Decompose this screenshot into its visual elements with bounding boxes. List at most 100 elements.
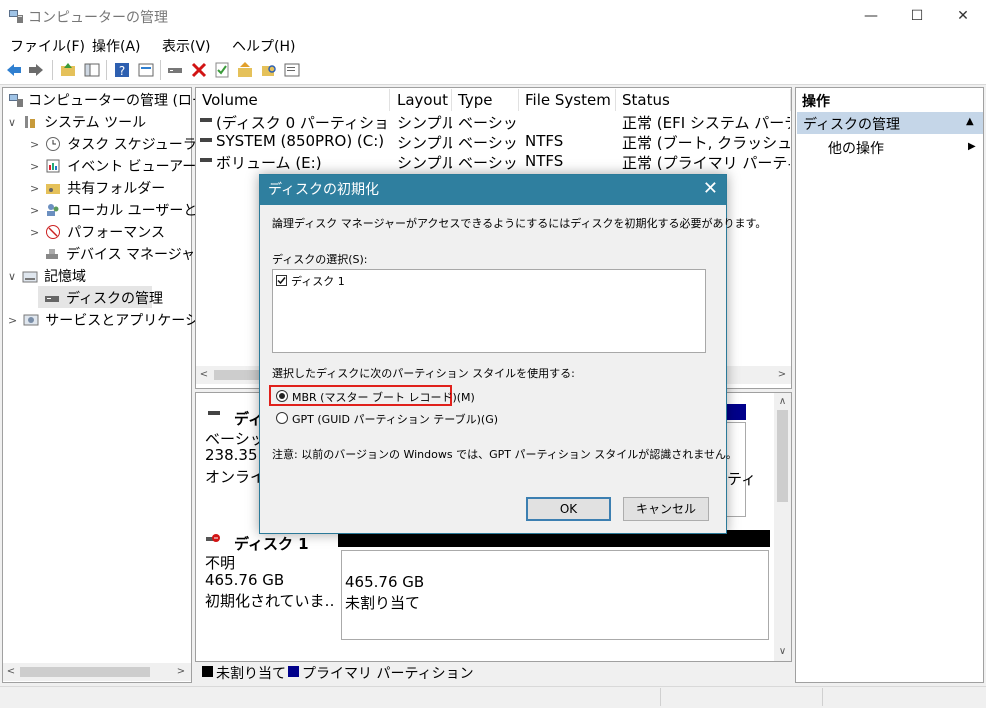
partition-style-label: 選択したディスクに次のパーティション スタイルを使用する: xyxy=(272,367,575,380)
ok-button[interactable]: OK xyxy=(526,497,611,521)
mbr-radio[interactable] xyxy=(276,390,288,402)
gpt-label: GPT (GUID パーティション テーブル)(G) xyxy=(292,413,499,426)
scroll-down-icon[interactable]: ∨ xyxy=(775,646,790,657)
column-header-file-system[interactable]: File System xyxy=(519,89,616,111)
legend-primary-swatch xyxy=(288,666,299,677)
chevron-down-icon[interactable]: ∨ xyxy=(8,270,16,283)
scroll-thumb[interactable] xyxy=(777,410,788,502)
tree-item-device-manager[interactable]: デバイス マネージャー xyxy=(44,244,209,264)
mbr-label: MBR (マスター ブート レコード)(M) xyxy=(292,391,475,404)
tree-item-system-tools[interactable]: ∨ システム ツール xyxy=(8,112,146,132)
disk-unknown-icon xyxy=(206,534,220,542)
volume-icon xyxy=(200,138,212,142)
tools-icon xyxy=(25,116,36,128)
legend-primary-label: プライマリ パーティション xyxy=(302,666,474,682)
show-tree-icon[interactable] xyxy=(83,61,101,79)
close-button[interactable]: ✕ xyxy=(940,0,986,32)
storage-icon xyxy=(22,271,38,283)
actions-pane xyxy=(795,87,984,683)
tree-item-shared-folders[interactable]: > 共有フォルダー xyxy=(30,178,165,198)
column-header-layout[interactable]: Layout xyxy=(391,89,452,111)
tree-item-performance[interactable]: > パフォーマンス xyxy=(30,222,165,242)
search-folder-icon[interactable] xyxy=(260,61,278,79)
cell-layout: シンプル xyxy=(397,154,452,172)
cell-layout: シンプル xyxy=(397,114,452,132)
computer-management-icon xyxy=(9,94,23,107)
chevron-right-icon[interactable]: > xyxy=(30,182,39,195)
tree-item-storage[interactable]: ∨ 記憶域 xyxy=(8,266,86,286)
minimize-button[interactable]: — xyxy=(848,0,894,32)
cell-type: ベーシック xyxy=(458,114,519,132)
tree-label: ディスクの管理 xyxy=(66,291,164,307)
status-divider xyxy=(660,688,661,706)
cell-type: ベーシック xyxy=(458,154,519,172)
up-folder-icon[interactable] xyxy=(59,61,77,79)
properties-icon[interactable] xyxy=(137,61,155,79)
clock-icon xyxy=(46,137,61,151)
tree-label: イベント ビューアー xyxy=(67,159,197,175)
collapse-up-icon[interactable]: ▲ xyxy=(966,116,974,127)
tree-label: 共有フォルダー xyxy=(67,181,166,197)
check-icon[interactable] xyxy=(213,61,231,79)
tree-label: コンピューターの管理 (ローカ xyxy=(28,93,220,109)
connect-icon[interactable] xyxy=(166,61,184,79)
scroll-right-icon[interactable]: > xyxy=(175,666,187,677)
column-header-volume[interactable]: Volume xyxy=(196,89,390,111)
cell-status: 正常 (ブート, クラッシュ ダン xyxy=(622,134,790,152)
device-manager-icon xyxy=(46,249,58,259)
tree-label: タスク スケジューラ xyxy=(67,137,197,153)
tree-item-task-scheduler[interactable]: > タスク スケジューラ xyxy=(30,134,197,154)
scroll-right-icon[interactable]: > xyxy=(776,369,788,380)
chevron-right-icon[interactable]: > xyxy=(30,160,39,173)
forward-icon[interactable] xyxy=(27,61,45,79)
status-divider xyxy=(822,688,823,706)
svg-text:?: ? xyxy=(119,64,125,78)
maximize-button[interactable]: ☐ xyxy=(894,0,940,32)
help-icon[interactable]: ? xyxy=(113,61,131,79)
toolbar-separator xyxy=(160,60,161,80)
tree-item-root[interactable]: コンピューターの管理 (ローカ xyxy=(8,90,220,110)
column-header-type[interactable]: Type xyxy=(452,89,519,111)
delete-icon[interactable] xyxy=(190,61,208,79)
select-disk-label: ディスクの選択(S): xyxy=(272,253,368,266)
chevron-right-icon[interactable]: > xyxy=(30,226,39,239)
menu-help[interactable]: ヘルプ(H) xyxy=(232,36,295,56)
scroll-left-icon[interactable]: < xyxy=(198,369,210,380)
scroll-up-icon[interactable]: ∧ xyxy=(775,396,790,407)
submenu-arrow-icon: ▶ xyxy=(968,141,976,152)
checkmark-icon xyxy=(277,277,286,285)
scroll-left-icon[interactable]: < xyxy=(5,666,17,677)
menu-bar xyxy=(0,32,986,56)
cancel-button[interactable]: キャンセル xyxy=(623,497,709,521)
chevron-down-icon[interactable]: ∨ xyxy=(8,116,16,129)
initialize-disk-dialog: ディスクの初期化 ✕ 論理ディスク マネージャーがアクセスできるようにするにはデ… xyxy=(259,174,766,534)
cell-type: ベーシック xyxy=(458,134,519,152)
tree-item-disk-management[interactable]: ディスクの管理 xyxy=(44,288,163,308)
scroll-thumb[interactable] xyxy=(214,370,260,380)
chevron-right-icon[interactable]: > xyxy=(30,204,39,217)
cell-layout: シンプル xyxy=(397,134,452,152)
tree-pane xyxy=(2,87,192,683)
legend-unallocated-label: 未割り当て xyxy=(216,666,286,682)
disk0-size: 238.35 xyxy=(205,446,258,464)
disk-checkbox[interactable] xyxy=(276,275,287,286)
menu-view[interactable]: 表示(V) xyxy=(162,36,211,56)
menu-file[interactable]: ファイル(F) xyxy=(10,36,85,56)
dialog-close-icon[interactable]: ✕ xyxy=(703,175,718,203)
back-icon[interactable] xyxy=(5,61,23,79)
cell-volume: (ディスク 0 パーティション 2) xyxy=(216,114,388,132)
chevron-right-icon[interactable]: > xyxy=(8,314,17,327)
gpt-radio[interactable] xyxy=(276,412,288,424)
dialog-note: 注意: 以前のバージョンの Windows では、GPT パーティション スタイ… xyxy=(272,448,737,461)
disk-management-icon xyxy=(45,296,59,302)
tree-item-event-viewer[interactable]: > イベント ビューアー xyxy=(30,156,196,176)
action-other[interactable]: 他の操作 xyxy=(828,138,884,158)
scroll-thumb[interactable] xyxy=(20,667,150,677)
chevron-right-icon[interactable]: > xyxy=(30,138,39,151)
menu-action[interactable]: 操作(A) xyxy=(92,36,141,56)
folder-up-icon[interactable] xyxy=(236,61,254,79)
tree-label: 記憶域 xyxy=(44,269,87,285)
cell-volume: ボリューム (E:) xyxy=(216,154,322,172)
column-header-status[interactable]: Status xyxy=(616,89,791,111)
list-icon[interactable] xyxy=(283,61,301,79)
